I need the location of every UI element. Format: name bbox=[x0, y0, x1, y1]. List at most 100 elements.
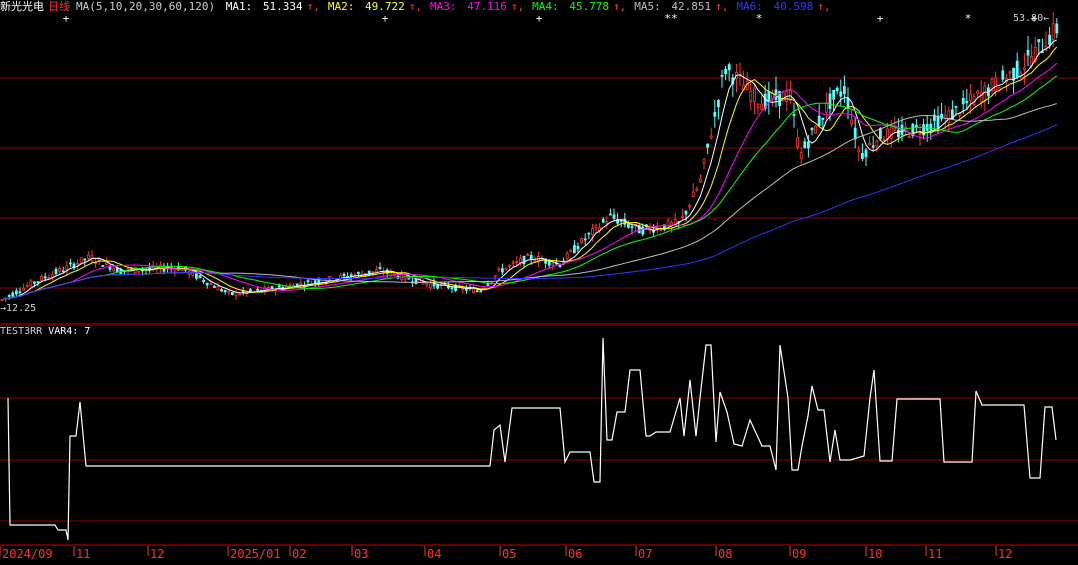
candle-body bbox=[573, 245, 576, 254]
candle-body bbox=[230, 292, 234, 295]
time-axis-label: 12 bbox=[998, 547, 1012, 561]
candle-body bbox=[148, 267, 152, 270]
time-axis-label: 07 bbox=[638, 547, 652, 561]
candle-body bbox=[194, 273, 198, 279]
candle-body bbox=[79, 257, 83, 264]
candle-body bbox=[29, 280, 33, 287]
candle-body bbox=[587, 232, 591, 235]
stock-name[interactable]: 新光光电 bbox=[0, 0, 44, 13]
ma-line-1 bbox=[1, 39, 1058, 301]
candle-body bbox=[670, 222, 673, 226]
candle-body bbox=[515, 260, 519, 263]
candle-body bbox=[803, 141, 807, 149]
candle-body bbox=[526, 254, 529, 256]
indicator-name[interactable]: TEST3RR bbox=[0, 326, 42, 337]
candle-body bbox=[706, 143, 709, 148]
kline-chart[interactable]: + + + ** * + * +2024/09 11 12 2025/01 02 03 04 05 06 07 0… bbox=[0, 0, 1078, 565]
candle-body bbox=[504, 267, 508, 271]
time-axis-label: 08 bbox=[718, 547, 732, 561]
ma-spec: MA(5,10,20,30,60,120) bbox=[76, 0, 216, 13]
candle-body bbox=[792, 114, 796, 116]
ma2-value: MA2: 49.722 ↑, bbox=[328, 0, 426, 13]
time-axis-label: 10 bbox=[868, 547, 882, 561]
candle-body bbox=[216, 286, 220, 291]
candle-body bbox=[961, 97, 965, 105]
candle-body bbox=[378, 267, 382, 270]
candle-body bbox=[349, 274, 353, 277]
candle-body bbox=[627, 223, 630, 228]
candle-body bbox=[724, 68, 727, 75]
candle-body bbox=[907, 136, 911, 139]
candle-body bbox=[342, 273, 346, 277]
candle-body bbox=[497, 268, 501, 271]
candle-body bbox=[277, 285, 281, 288]
candle-body bbox=[695, 188, 699, 191]
candle-body bbox=[666, 220, 670, 229]
candle-body bbox=[500, 268, 504, 273]
up-arrow-icon: ↑, bbox=[612, 0, 627, 13]
up-arrow-icon: ↑, bbox=[306, 0, 320, 13]
candle-body bbox=[51, 274, 54, 278]
candle-body bbox=[209, 283, 213, 286]
time-axis-label: 12 bbox=[150, 547, 164, 561]
candle-body bbox=[868, 142, 871, 146]
candle-body bbox=[205, 282, 209, 286]
candle-body bbox=[511, 261, 515, 264]
candle-body bbox=[828, 93, 832, 109]
candle-body bbox=[753, 87, 756, 102]
candle-body bbox=[807, 141, 810, 149]
candle-body bbox=[843, 86, 846, 94]
high-price-label: 53.80← bbox=[1013, 13, 1049, 25]
candle-body bbox=[202, 279, 206, 283]
candle-body bbox=[1055, 23, 1059, 34]
candle-body bbox=[223, 290, 227, 293]
candle-body bbox=[821, 117, 825, 120]
candle-body bbox=[720, 75, 724, 77]
candle-body bbox=[425, 283, 429, 286]
candle-body bbox=[893, 127, 897, 131]
candle-body bbox=[965, 100, 969, 104]
candle-body bbox=[1008, 71, 1012, 74]
candle-body bbox=[727, 64, 731, 71]
candle-body bbox=[1015, 60, 1019, 77]
candle-body bbox=[1023, 67, 1026, 70]
ma-line-4 bbox=[1, 75, 1058, 301]
candle-body bbox=[969, 93, 972, 102]
candle-body bbox=[299, 282, 303, 285]
candle-body bbox=[749, 90, 753, 102]
candle-body bbox=[43, 276, 47, 279]
candle-body bbox=[979, 91, 983, 103]
ma-value-name: MA6: bbox=[736, 0, 770, 13]
candle-body bbox=[288, 284, 292, 287]
candle-body bbox=[853, 127, 857, 140]
candle-body bbox=[1001, 70, 1005, 80]
candle-body bbox=[594, 224, 598, 229]
candle-body bbox=[33, 281, 36, 284]
ma-value-number: 45.778 bbox=[569, 0, 609, 13]
candle-body bbox=[882, 139, 886, 142]
candle-body bbox=[936, 115, 940, 129]
candle-body bbox=[58, 268, 61, 272]
candle-body bbox=[580, 238, 583, 244]
candle-body bbox=[551, 263, 555, 266]
candle-body bbox=[533, 260, 537, 262]
ma5-value: MA5: 42.851 ↑, bbox=[634, 0, 732, 13]
candle-body bbox=[479, 290, 483, 293]
signal-mark: + bbox=[877, 12, 884, 25]
ma-value-name: MA2: bbox=[327, 0, 361, 13]
high-price-value: 53.80 bbox=[1013, 13, 1044, 24]
signal-mark: * bbox=[965, 12, 972, 25]
ma-value-list: MA1: 51.334 ↑, MA2: 49.722 ↑, MA3: 47.116 ↑, M… bbox=[226, 0, 839, 13]
candle-body bbox=[493, 275, 497, 278]
candle-body bbox=[688, 205, 691, 208]
candle-body bbox=[591, 228, 594, 235]
candle-body bbox=[519, 258, 522, 263]
candle-body bbox=[825, 102, 828, 113]
candle-body bbox=[857, 149, 861, 153]
candle-body bbox=[464, 288, 468, 291]
candle-body bbox=[472, 288, 476, 294]
candle-body bbox=[684, 210, 688, 215]
low-price-value: 12.25 bbox=[6, 303, 37, 314]
period-label[interactable]: 日线 bbox=[48, 0, 70, 13]
candle-body bbox=[14, 290, 18, 295]
